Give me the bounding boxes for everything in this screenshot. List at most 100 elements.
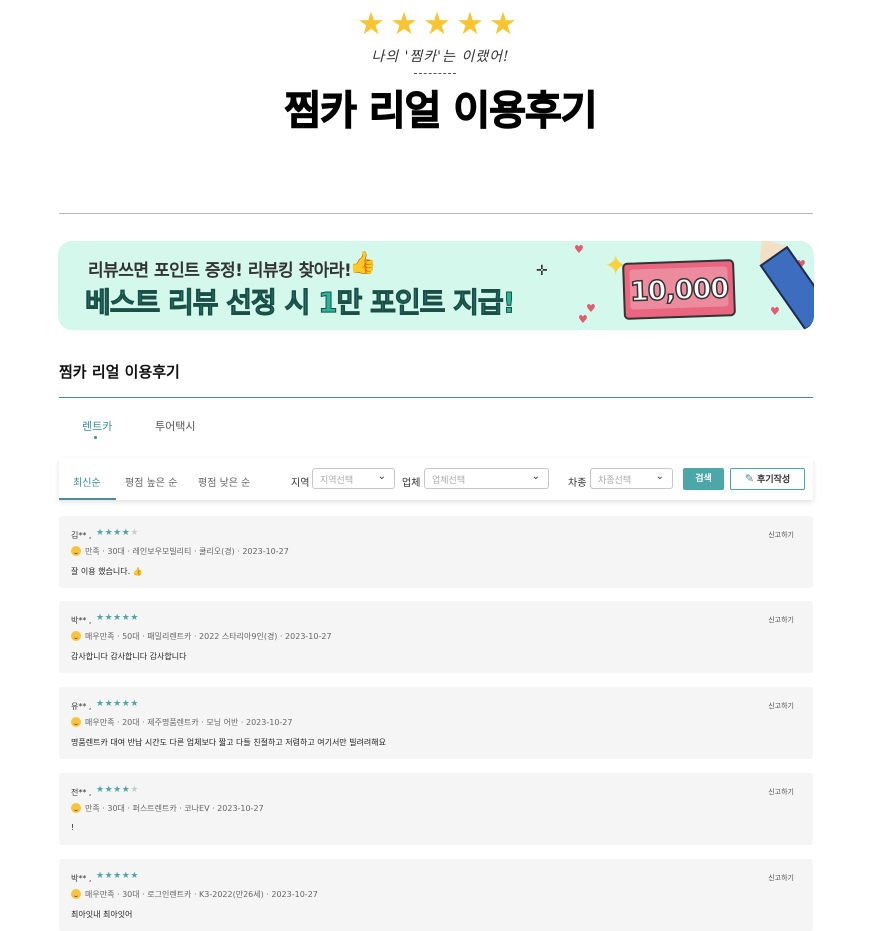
edit-icon: ✎ [744,472,755,485]
review-text: 잘 이용 했습니다. 👍 [71,567,143,576]
region-select[interactable]: 지역선택 ⌄ [312,468,395,489]
chevron-down-icon: ⌄ [377,471,386,482]
report-link[interactable]: 신고하기 [768,701,794,711]
star-icon: ★ [96,528,105,538]
star-icon: ★ [130,528,139,538]
chevron-down-icon: ⌄ [531,471,540,482]
star-icon: ★ [113,871,122,881]
filter-bar: 최신순 평점 높은 순 평점 낮은 순 지역 지역선택 ⌄ 업체 업체선택 ⌄ … [59,458,813,500]
page-hero: ★ ★ ★ ★ ★ 나의 '찜카'는 이랬어! 찜카 리얼 이용후기 [0,0,881,140]
pencil-icon [748,241,814,330]
region-label: 지역 [291,478,310,489]
review-meta-text: 매우만족 · 50대 · 패밀리렌트카 · 2022 스타리아9인(경) · 2… [85,632,332,641]
thumbs-up-icon: 👍 [349,251,377,276]
star-icon: ★ [390,6,418,42]
star-icon: ★ [357,6,385,42]
sort-latest[interactable]: 최신순 [73,474,101,489]
rating-stars: ★★★★★ [96,613,139,623]
star-icon: ★ [130,699,139,709]
write-review-button[interactable]: ✎ 후기작성 [730,468,805,490]
report-link[interactable]: 신고하기 [768,873,794,883]
hero-stars: ★ ★ ★ ★ ★ [356,6,518,42]
review-meta-text: 매우만족 · 30대 · 로그인렌트카 · K3-2022(만26세) · 20… [85,890,318,899]
tab-tour-taxi[interactable]: 투어택시 [155,418,195,434]
heart-icon: ♥ [578,313,588,326]
review-meta-text: 매우만족 · 20대 · 제주명품렌트카 · 모닝 어반 · 2023-10-2… [85,718,293,727]
section-title: 찜카 리얼 이용후기 [59,363,180,381]
rating-stars: ★★★★★ [96,528,139,538]
heart-icon: ♥ [574,243,584,256]
star-icon: ★ [113,785,122,795]
review-card: 전** , ★★★★★ 만족 · 30대 · 퍼스트렌트카 · 코나EV · 202… [59,773,813,845]
sort-rating-high[interactable]: 평점 높은 순 [125,474,177,489]
region-select-value: 지역선택 [320,476,354,486]
rating-stars: ★★★★★ [96,785,139,795]
promo-banner[interactable]: 리뷰쓰면 포인트 증정! 리뷰킹 찾아라! 👍 베스트 리뷰 선정 시 1만 포… [58,241,814,330]
star-icon: ★ [104,699,114,709]
hero-dash-divider [414,73,456,74]
report-link[interactable]: 신고하기 [768,615,794,625]
active-tab-indicator [94,436,97,439]
car-type-select[interactable]: 차종선택 ⌄ [590,468,673,489]
car-type-select-value: 차종선택 [598,476,632,486]
review-meta-text: 만족 · 30대 · 퍼스트렌트카 · 코나EV · 2023-10-27 [85,804,264,813]
reviewer-name: 김** , [71,531,92,540]
star-icon: ★ [96,699,105,709]
rating-stars: ★★★★★ [96,871,139,881]
star-icon: ★ [113,699,122,709]
star-icon: ★ [104,613,114,623]
star-icon: ★ [130,613,139,623]
star-icon: ★ [113,613,122,623]
page-title: 찜카 리얼 이용후기 [284,87,598,134]
review-text: 명품렌트카 대여 반납 시간도 다른 업체보다 짧고 다들 친절하고 저렴하고 … [71,738,387,747]
sparkle-icon: ✛ [536,263,548,279]
tab-rentcar[interactable]: 렌트카 [82,418,112,434]
search-button[interactable]: 검색 [683,468,724,490]
heart-icon: ♥ [770,305,780,318]
review-text: 감사합니다 감사합니다 감사합니다 [71,652,187,661]
review-meta: 만족 · 30대 · 퍼스트렌트카 · 코나EV · 2023-10-27 [71,803,264,814]
star-icon: ★ [96,613,105,623]
section-divider [59,397,813,398]
review-meta: 매우만족 · 50대 · 패밀리렌트카 · 2022 스타리아9인(경) · 2… [71,631,332,642]
rating-stars: ★★★★★ [96,699,139,709]
review-card: 김** , ★★★★★ 만족 · 30대 · 레인보우모빌리티 · 쿨리오(경) ·… [59,516,813,588]
points-amount: 10,000 [629,273,730,309]
star-icon: ★ [104,528,114,538]
smiley-icon [71,717,81,727]
smiley-icon [71,546,81,556]
reviewer-name: 박** , [71,874,92,883]
banner-subtitle: 리뷰쓰면 포인트 증정! 리뷰킹 찾아라! [88,261,352,281]
star-icon: ★ [456,6,484,42]
star-icon: ★ [130,871,139,881]
reviewer-name: 전** , [71,788,92,797]
sort-rating-low[interactable]: 평점 낮은 순 [198,474,250,489]
review-text: 최아잇내 최아잇어 [71,910,133,919]
star-icon: ★ [104,871,114,881]
write-review-label: 후기작성 [757,475,791,485]
review-text: ! [71,823,75,832]
review-meta: 매우만족 · 20대 · 제주명품렌트카 · 모닝 어반 · 2023-10-2… [71,717,293,728]
review-card: 유** , ★★★★★ 매우만족 · 20대 · 제주명품렌트카 · 모닝 어반 ·… [59,687,813,759]
review-meta: 매우만족 · 30대 · 로그인렌트카 · K3-2022(만26세) · 20… [71,889,318,900]
star-icon: ★ [96,785,105,795]
reviewer-name: 박** , [71,616,92,625]
smiley-icon [71,889,81,899]
company-select-value: 업체선택 [432,476,466,486]
review-card: 박** , ★★★★★ 매우만족 · 30대 · 로그인렌트카 · K3-2022(… [59,859,813,931]
hero-subtitle: 나의 '찜카'는 이랬어! [371,49,510,65]
report-link[interactable]: 신고하기 [768,787,794,797]
points-card: 10,000 [622,259,736,320]
star-icon: ★ [96,871,105,881]
sort-active-underline [59,498,116,500]
car-type-label: 차종 [568,478,587,489]
report-link[interactable]: 신고하기 [768,530,794,540]
reviewer-name: 유** , [71,702,92,711]
banner-headline: 베스트 리뷰 선정 시 1만 포인트 지급! [84,286,515,320]
star-icon: ★ [113,528,122,538]
review-meta: 만족 · 30대 · 레인보우모빌리티 · 쿨리오(경) · 2023-10-2… [71,546,289,557]
chevron-down-icon: ⌄ [655,471,664,482]
company-select[interactable]: 업체선택 ⌄ [424,468,549,489]
star-icon: ★ [130,785,139,795]
star-icon: ★ [489,6,517,42]
